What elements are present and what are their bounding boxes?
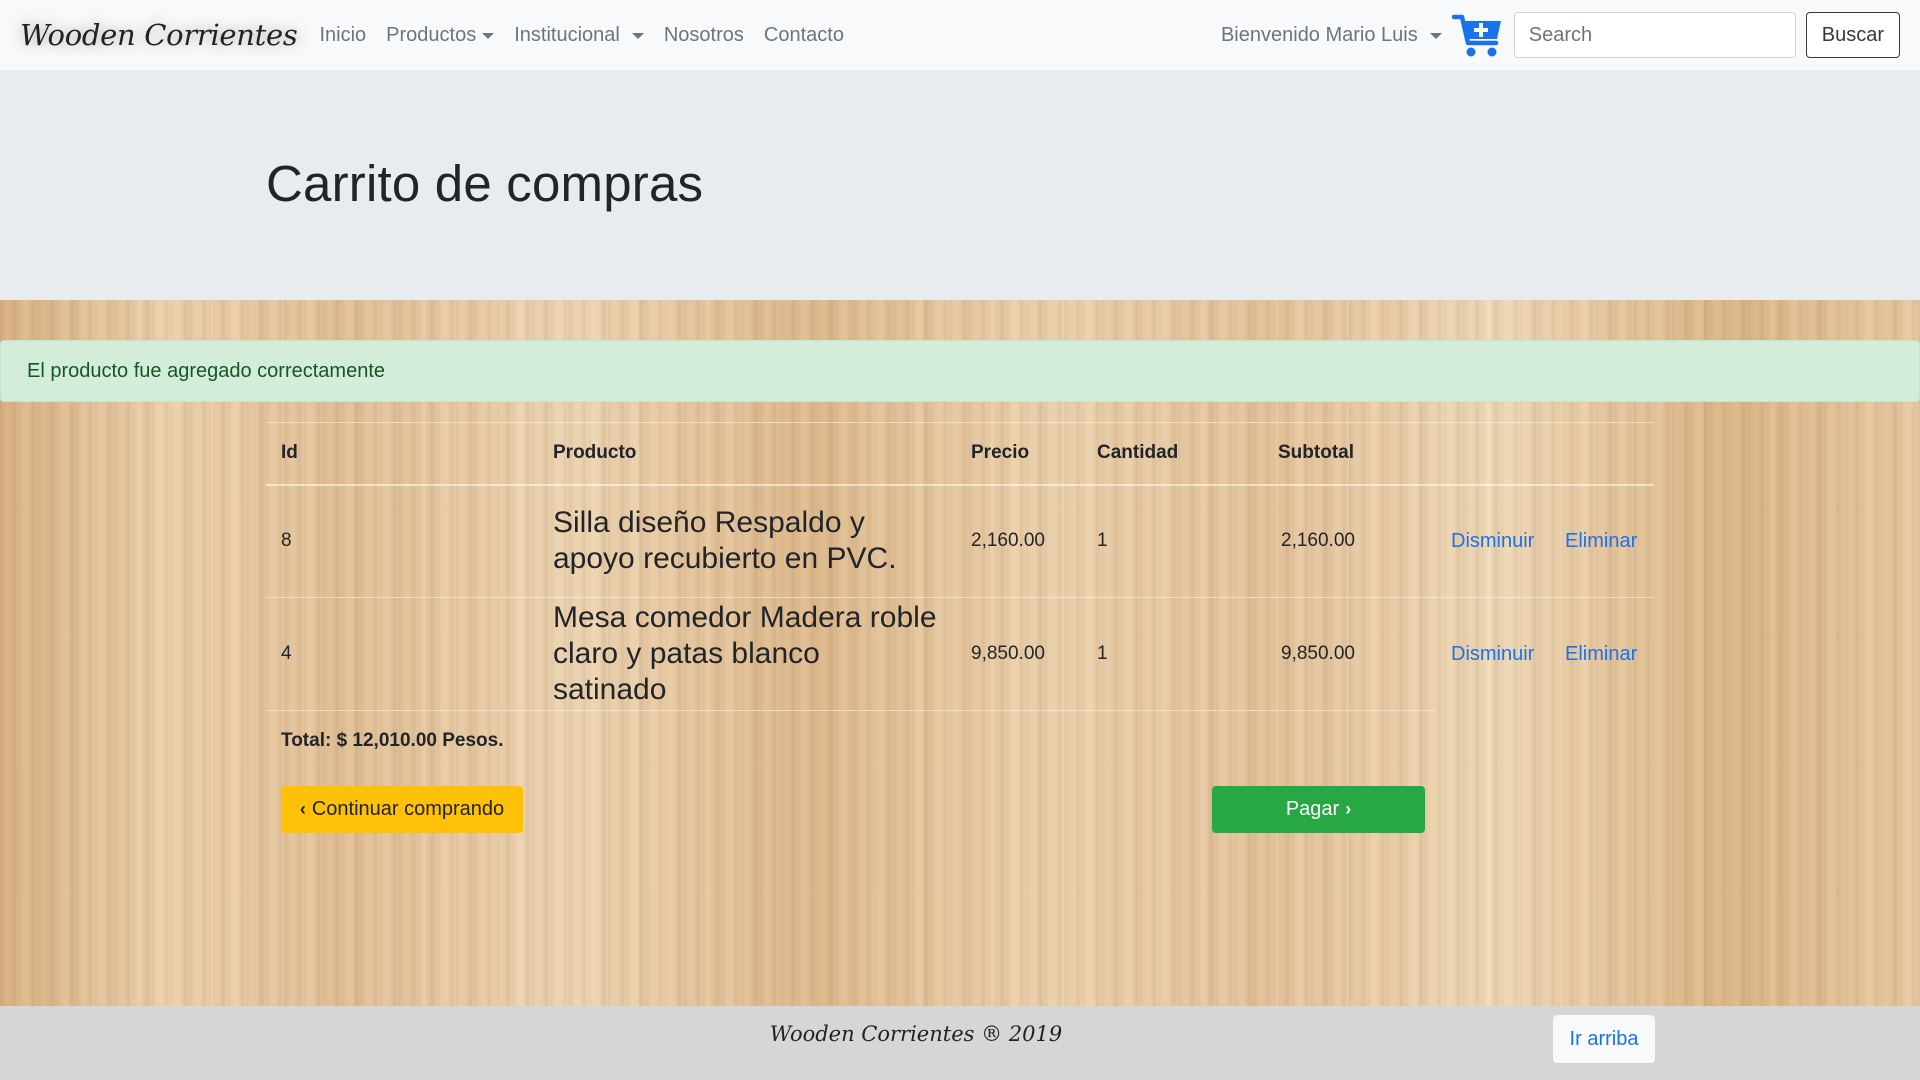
caret-down-icon	[1429, 33, 1442, 39]
nav-link-label: Productos	[386, 23, 477, 46]
nav-link-label: Contacto	[763, 23, 844, 46]
table-row: 4 Mesa comedor Madera roble claro y pata…	[266, 597, 1654, 711]
pay-button[interactable]: Pagar ›	[1212, 786, 1425, 833]
cell-id: 4	[266, 597, 538, 711]
cart-plus-icon[interactable]	[1451, 11, 1504, 59]
column-header-precio: Precio	[956, 422, 1082, 486]
nav-link-nosotros[interactable]: Nosotros	[654, 24, 754, 47]
product-name: Mesa comedor Madera roble claro y patas …	[553, 601, 937, 706]
navbar: Wooden Corrientes Inicio Productos Insti…	[0, 0, 1920, 70]
cell-remove: Eliminar	[1550, 597, 1654, 711]
jumbotron: Carrito de compras	[0, 70, 1920, 300]
table-header-row: Id Producto Precio Cantidad Subtotal	[266, 422, 1654, 486]
chevron-left-icon: ‹	[299, 799, 306, 819]
cell-decrease: Disminuir	[1436, 597, 1550, 711]
column-header-producto: Producto	[538, 422, 956, 486]
user-menu-dropdown[interactable]: Bienvenido Mario Luis	[1221, 24, 1442, 47]
decrease-link[interactable]: Disminuir	[1451, 530, 1534, 552]
cell-product: Silla diseño Respaldo y apoyo recubierto…	[538, 484, 956, 598]
cell-decrease: Disminuir	[1436, 484, 1550, 598]
nav-link-contacto[interactable]: Contacto	[754, 24, 854, 47]
column-header-id: Id	[266, 422, 538, 486]
cell-quantity: 1	[1082, 484, 1263, 598]
cart-total: Total: $ 12,010.00 Pesos.	[266, 710, 956, 772]
user-menu-label: Bienvenido Mario Luis	[1220, 23, 1418, 46]
search-input[interactable]	[1513, 12, 1796, 58]
cell-id: 8	[266, 484, 538, 598]
pay-label: Pagar	[1285, 798, 1340, 820]
cart-content: El producto fue agregado correctamente I…	[0, 300, 1920, 1006]
cart-table: Id Producto Precio Cantidad Subtotal 8 S…	[266, 422, 1654, 772]
total-spacer-right	[1436, 711, 1654, 772]
column-header-remove	[1550, 422, 1654, 486]
search-button[interactable]: Buscar	[1805, 12, 1900, 58]
nav-dropdown-institucional[interactable]: Institucional	[504, 24, 654, 47]
back-to-top-button[interactable]: Ir arriba	[1553, 1015, 1655, 1063]
cell-subtotal: 9,850.00	[1263, 597, 1436, 711]
nav-link-label: Institucional	[514, 23, 620, 46]
alert-message: El producto fue agregado correctamente	[27, 359, 385, 382]
remove-link[interactable]: Eliminar	[1565, 643, 1637, 665]
table-row: 8 Silla diseño Respaldo y apoyo recubier…	[266, 484, 1654, 598]
total-row: Total: $ 12,010.00 Pesos.	[266, 710, 1654, 772]
footer: Wooden Corrientes ® 2019 Ir arriba	[0, 1006, 1920, 1080]
nav-right: Bienvenido Mario Luis Buscar	[1221, 0, 1900, 70]
caret-down-icon	[482, 33, 495, 39]
cell-price: 9,850.00	[956, 597, 1082, 711]
nav-links: Inicio Productos Institucional Nosotros …	[309, 24, 853, 47]
nav-dropdown-productos[interactable]: Productos	[376, 24, 504, 47]
nav-link-label: Nosotros	[663, 23, 744, 46]
cell-subtotal: 2,160.00	[1263, 484, 1436, 598]
remove-link[interactable]: Eliminar	[1565, 530, 1637, 552]
product-name: Silla diseño Respaldo y apoyo recubierto…	[553, 506, 897, 576]
caret-down-icon	[631, 33, 644, 39]
continue-shopping-button[interactable]: ‹ Continuar comprando	[281, 786, 523, 833]
total-spacer	[956, 710, 1436, 772]
brand-logo[interactable]: Wooden Corrientes	[20, 18, 298, 52]
decrease-link[interactable]: Disminuir	[1451, 643, 1534, 665]
chevron-right-icon: ›	[1345, 799, 1352, 819]
cell-product: Mesa comedor Madera roble claro y patas …	[538, 597, 956, 711]
column-header-decrease	[1436, 422, 1550, 486]
cell-price: 2,160.00	[956, 484, 1082, 598]
column-header-subtotal: Subtotal	[1263, 422, 1436, 486]
success-alert: El producto fue agregado correctamente	[0, 340, 1920, 402]
column-header-cantidad: Cantidad	[1082, 422, 1263, 486]
page-title: Carrito de compras	[266, 155, 704, 212]
cell-quantity: 1	[1082, 597, 1263, 711]
continue-shopping-label: Continuar comprando	[311, 798, 505, 820]
nav-link-label: Inicio	[319, 23, 367, 46]
cell-remove: Eliminar	[1550, 484, 1654, 598]
nav-link-inicio[interactable]: Inicio	[309, 24, 376, 47]
